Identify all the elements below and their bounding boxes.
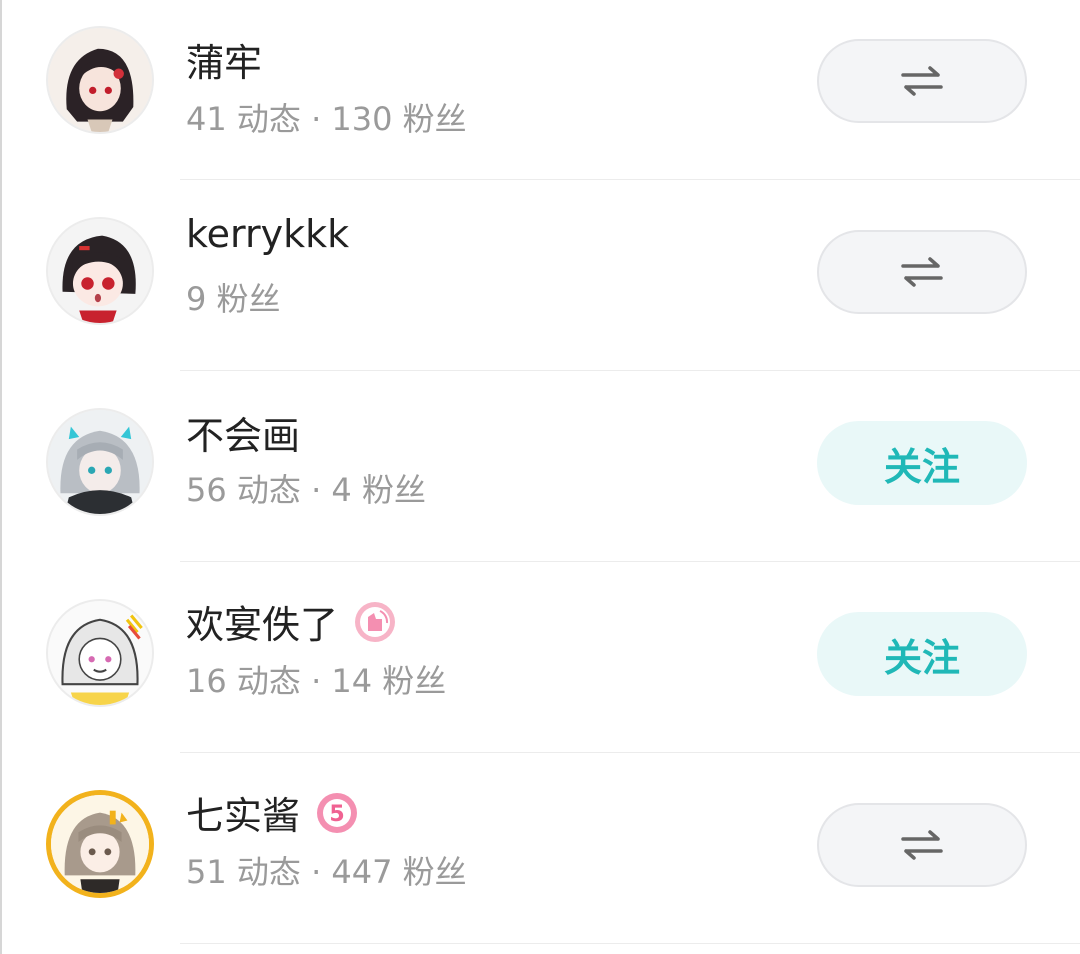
user-stats: 56 动态 · 4 粉丝 bbox=[186, 471, 426, 509]
list-item[interactable]: 不会画 56 动态 · 4 粉丝 关注 bbox=[0, 371, 1080, 562]
user-name: 不会画 bbox=[186, 414, 301, 458]
list-item[interactable]: kerrykkk 9 粉丝 bbox=[0, 180, 1080, 371]
level-5-badge-icon: 5 bbox=[316, 792, 358, 834]
user-stats: 16 动态 · 14 粉丝 bbox=[186, 662, 447, 700]
avatar[interactable] bbox=[46, 408, 154, 516]
user-name-text: 欢宴佚了 bbox=[186, 603, 339, 647]
user-stats: 9 粉丝 bbox=[186, 280, 281, 318]
user-name: 蒲牢 bbox=[186, 41, 263, 85]
mutual-follow-button[interactable] bbox=[817, 230, 1027, 314]
mutual-follow-button[interactable] bbox=[817, 39, 1027, 123]
user-name: 七实酱 5 bbox=[186, 785, 358, 840]
list-item[interactable]: 欢宴佚了 16 动态 · 14 粉丝 关注 bbox=[0, 562, 1080, 753]
anniversary-badge-icon bbox=[354, 601, 396, 643]
following-list: 蒲牢 41 动态 · 130 粉丝 kerrykkk 9 粉丝 不会画 56 动… bbox=[0, 0, 1080, 944]
user-name-text: 七实酱 bbox=[186, 794, 301, 838]
swap-arrows-icon bbox=[901, 66, 943, 96]
follow-button[interactable]: 关注 bbox=[817, 421, 1027, 505]
user-name: kerrykkk bbox=[186, 212, 350, 256]
avatar[interactable] bbox=[46, 217, 154, 325]
list-item[interactable]: 七实酱 5 51 动态 · 447 粉丝 bbox=[0, 753, 1080, 944]
avatar[interactable] bbox=[46, 599, 154, 707]
follow-button[interactable]: 关注 bbox=[817, 612, 1027, 696]
avatar[interactable] bbox=[46, 790, 154, 898]
swap-arrows-icon bbox=[901, 830, 943, 860]
mutual-follow-button[interactable] bbox=[817, 803, 1027, 887]
swap-arrows-icon bbox=[901, 257, 943, 287]
user-stats: 41 动态 · 130 粉丝 bbox=[186, 100, 467, 138]
level-badge-text: 5 bbox=[329, 802, 344, 827]
user-stats: 51 动态 · 447 粉丝 bbox=[186, 853, 467, 891]
user-name: 欢宴佚了 bbox=[186, 594, 396, 649]
divider bbox=[180, 943, 1080, 944]
avatar[interactable] bbox=[46, 26, 154, 134]
list-item[interactable]: 蒲牢 41 动态 · 130 粉丝 bbox=[0, 0, 1080, 180]
